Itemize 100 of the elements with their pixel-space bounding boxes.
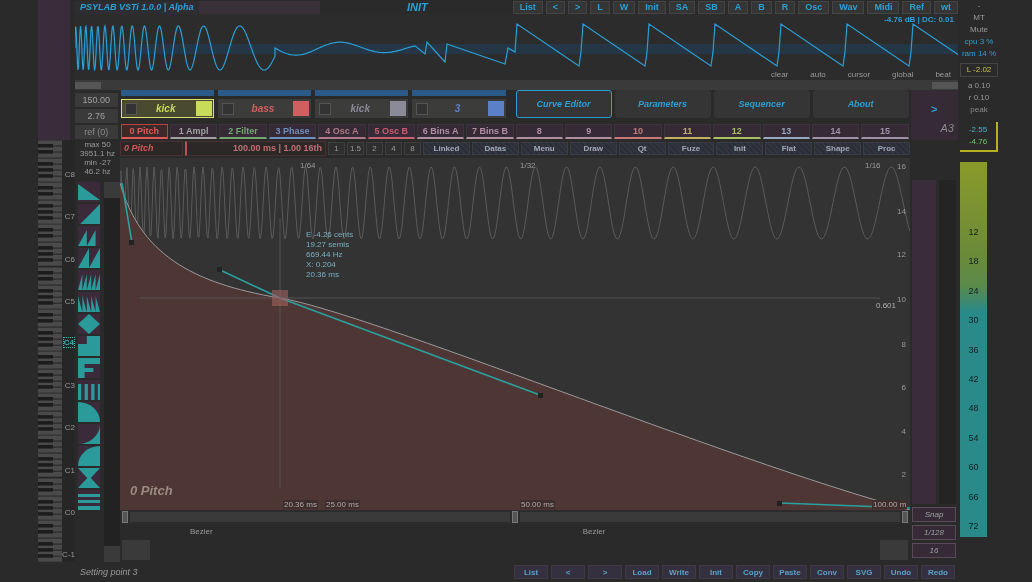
curve-tab[interactable]: 15 [861,124,909,139]
footer-button[interactable]: Copy [736,565,770,579]
shape-preset-icon[interactable] [78,292,100,312]
page-tab[interactable]: About [812,90,909,118]
division-button[interactable]: 8 [404,141,421,155]
header-button[interactable]: Init [638,0,666,14]
footer-button[interactable]: > [588,565,622,579]
shape-preset-icon[interactable] [78,490,100,510]
footer-button[interactable]: Load [625,565,659,579]
piano-octave-drawing[interactable] [38,308,62,351]
division-button[interactable]: 4 [385,141,402,155]
mt-button[interactable]: MT [958,12,1000,24]
header-button[interactable]: Ref [902,0,931,14]
piano-octave-drawing[interactable] [38,182,62,225]
scope-option[interactable]: auto [809,70,827,79]
division-button[interactable]: 2 [366,141,383,155]
curve-tab[interactable]: 3 Phase [268,124,317,139]
scope-option[interactable]: cursor [846,70,872,79]
scope-option[interactable]: beat [934,70,952,79]
piano-octave-drawing[interactable] [38,477,62,520]
footer-button[interactable]: SVG [847,565,881,579]
limiter-value[interactable]: L -2.02 [961,64,997,76]
tool-button[interactable]: Draw [569,141,617,155]
sound-slot[interactable]: 3 [412,99,506,118]
shape-preset-icon[interactable] [78,182,100,202]
scope-option[interactable]: clear [769,70,790,79]
curve-tab[interactable]: 4 Osc A [318,124,366,139]
page-tab[interactable]: Curve Editor [515,90,612,118]
shape-preset-icon[interactable] [78,336,100,356]
header-button[interactable]: Osc [798,0,830,14]
length-field[interactable]: 100.00 ms | 1.00 16th [185,140,326,156]
header-button[interactable]: R [774,0,796,14]
mute-button[interactable]: Mute [958,24,1000,36]
curve-tab[interactable]: 6 Bins A [416,124,465,139]
shape-preset-icon[interactable] [78,314,100,334]
shape-preset-icon[interactable] [78,402,100,422]
tempo-value[interactable]: 2.76 [75,109,118,123]
curve-tab[interactable]: 7 Bins B [466,124,514,139]
curve-name-field[interactable]: 0 Pitch [120,140,183,156]
segment-mode[interactable]: Bezier [582,526,606,536]
sound-slot[interactable]: kick [315,99,409,118]
header-button[interactable]: L [590,0,610,14]
piano-octave-drawing[interactable] [38,393,62,436]
sound-slot[interactable]: bass [217,99,312,118]
tool-button[interactable]: Menu [520,141,568,155]
tempo-value[interactable]: 150.00 [75,93,118,107]
segment-mode[interactable]: Bezier [190,526,213,536]
curve-tab[interactable]: 8 [515,124,563,139]
shape-preset-icon[interactable] [78,380,100,400]
division-button[interactable]: 1.5 [347,141,364,155]
curve-tab[interactable]: 12 [713,124,761,139]
tool-button[interactable]: Proc [863,141,911,155]
footer-button[interactable]: Write [662,565,696,579]
header-button[interactable]: Midi [867,0,900,14]
time-scrollbar[interactable] [120,510,910,524]
tool-button[interactable]: Qt [618,141,666,155]
shape-preset-icon[interactable] [78,424,100,444]
curve-tab[interactable]: 9 [565,124,613,139]
header-button[interactable]: > [568,0,588,14]
header-button[interactable]: A [727,0,749,14]
scope-option[interactable]: global [891,70,915,79]
footer-button[interactable]: Conv [810,565,844,579]
piano-octave-drawing[interactable] [38,519,62,563]
ref-value[interactable]: ref (0) [75,125,118,139]
footer-button[interactable]: Init [699,565,733,579]
footer-button[interactable]: < [551,565,585,579]
shape-preset-icon[interactable] [78,226,100,246]
piano-octave-drawing[interactable] [38,266,62,309]
piano-octave-drawing[interactable] [38,351,62,394]
shape-preset-icon[interactable] [78,446,100,466]
piano-keyboard[interactable]: C8 C7 C6 C5 C4 C3 C2 C1 C0 C-1 [38,140,75,562]
tool-button[interactable]: Shape [814,141,862,155]
footer-button[interactable]: List [514,565,548,579]
release-value[interactable]: r 0.10 [958,92,1000,104]
curve-tab[interactable]: 11 [663,124,712,139]
header-button[interactable]: B [751,0,772,14]
footer-button[interactable]: Undo [884,565,918,579]
shape-preset-icon[interactable] [78,270,100,290]
piano-octave-drawing[interactable] [38,224,62,267]
shape-preset-icon[interactable] [78,468,100,488]
tool-button[interactable]: Init [716,141,764,155]
attack-value[interactable]: a 0.10 [958,80,1000,92]
division-button[interactable]: 1 [328,141,345,155]
sound-slot[interactable]: kick [120,99,214,118]
tool-button[interactable]: Datas [471,141,519,155]
grid-button[interactable]: 1/128 [912,525,956,540]
page-tab[interactable]: Parameters [614,90,711,118]
header-button[interactable]: < [545,0,565,14]
curve-tab[interactable]: 5 Osc B [367,124,415,139]
curve-tab[interactable]: 10 [614,124,662,139]
footer-button[interactable]: Redo [921,565,955,579]
header-button[interactable]: Wav [832,0,865,14]
curve-tab[interactable]: 1 Ampl [170,124,218,139]
curve-tab[interactable]: 14 [811,124,860,139]
header-button[interactable]: List [512,0,543,14]
snap-button[interactable]: Snap [912,507,956,522]
curve-editor[interactable]: 1/64 1/32 1/16 16 14 12 10 8 6 4 2 0.601 E -4.26 cents 19.27 semis 669.44 Hz X: 0.204 20.36 ms 20.36 ms 25.00 ms 50.00 ms 100.00 m 0 Pitch [120,158,910,510]
shape-preset-icon[interactable] [78,358,100,378]
curve-tab[interactable]: 13 [762,124,810,139]
piano-octave-drawing[interactable] [38,140,62,183]
